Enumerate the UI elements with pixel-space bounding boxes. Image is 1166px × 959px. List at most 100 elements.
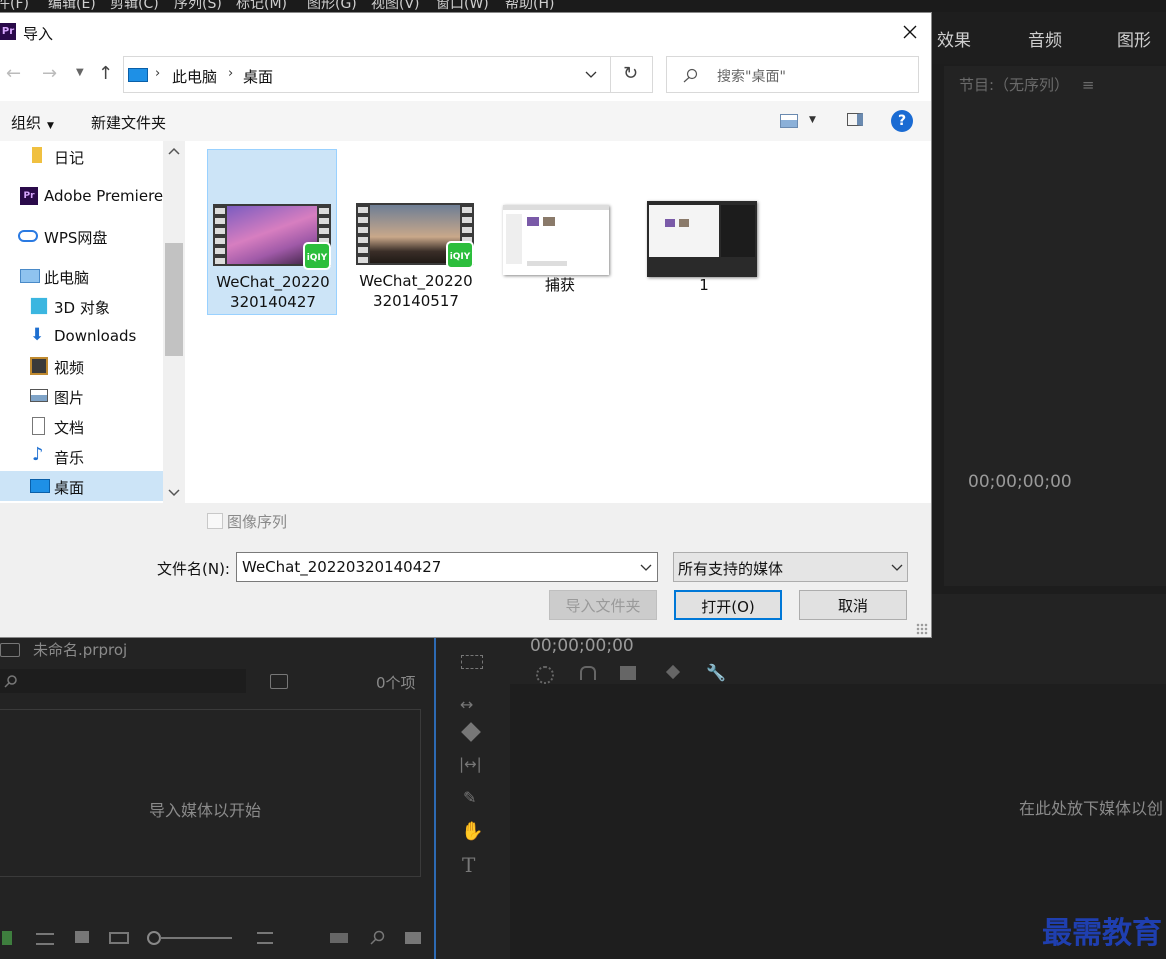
nav-item-3d-objects[interactable]: 3D 对象 xyxy=(0,291,163,321)
timeline-drop-message: 在此处放下媒体以创 xyxy=(1019,799,1164,818)
chevron-down-icon: ▼ xyxy=(47,121,54,131)
up-arrow-icon[interactable]: ↑ xyxy=(98,63,113,84)
forward-arrow-icon[interactable]: → xyxy=(42,63,57,84)
close-icon[interactable] xyxy=(903,25,917,39)
nav-item-diary[interactable]: 日记 xyxy=(0,141,163,171)
file-name-line1: WeChat_20220 xyxy=(216,273,330,291)
find-icon[interactable] xyxy=(370,930,386,946)
change-view-icon[interactable] xyxy=(780,114,798,128)
cancel-button[interactable]: 取消 xyxy=(799,590,907,620)
dialog-titlebar: Pr 导入 xyxy=(0,13,931,51)
automate-icon[interactable] xyxy=(330,933,348,943)
new-bin-icon[interactable] xyxy=(405,932,421,944)
breadcrumb-desktop[interactable]: 桌面 xyxy=(243,66,273,87)
scroll-down-icon[interactable] xyxy=(168,489,180,497)
nav-scrollbar-thumb[interactable] xyxy=(165,243,183,356)
new-folder-button[interactable]: 新建文件夹 xyxy=(91,112,166,133)
file-item-image-capture[interactable]: 捕获 xyxy=(495,149,625,315)
preview-pane-icon[interactable] xyxy=(847,113,863,126)
nest-icon[interactable] xyxy=(620,666,636,680)
breadcrumb-this-pc[interactable]: 此电脑 xyxy=(172,66,217,87)
filename-input[interactable]: WeChat_20220320140427 xyxy=(236,552,658,582)
zoom-slider-handle[interactable] xyxy=(147,931,161,945)
snap-icon[interactable] xyxy=(536,666,554,684)
search-box[interactable]: 搜索"桌面" xyxy=(666,56,919,93)
import-folder-button[interactable]: 导入文件夹 xyxy=(549,590,657,620)
hand-tool-icon[interactable]: ✋ xyxy=(461,821,483,842)
menu-window[interactable]: 窗口(W) xyxy=(436,0,489,12)
file-item-video-1[interactable]: iQIY WeChat_20220 320140427 xyxy=(207,149,337,315)
filename-value: WeChat_20220320140427 xyxy=(242,558,442,576)
refresh-icon[interactable]: ↻ xyxy=(623,63,638,84)
nav-item-this-pc[interactable]: 此电脑 xyxy=(0,261,163,291)
menu-clip[interactable]: 剪辑(C) xyxy=(110,0,159,12)
nav-item-videos[interactable]: 视频 xyxy=(0,351,163,381)
image-sequence-checkbox[interactable] xyxy=(207,513,223,529)
nav-scrollbar[interactable] xyxy=(163,141,185,503)
nav-item-wps-drive[interactable]: WPS网盘 xyxy=(0,221,163,251)
tab-graphics[interactable]: 图形 xyxy=(1117,26,1151,51)
nav-item-downloads[interactable]: ⬇ Downloads xyxy=(0,321,163,351)
lock-icon[interactable] xyxy=(2,931,12,945)
ripple-edit-tool-icon[interactable]: ↔ xyxy=(460,695,473,714)
resize-grip-icon[interactable] xyxy=(916,623,928,635)
nav-item-desktop[interactable]: 桌面 xyxy=(0,471,163,501)
computer-icon xyxy=(20,269,40,283)
nav-item-label: 3D 对象 xyxy=(54,299,110,317)
menu-view[interactable]: 视图(V) xyxy=(371,0,420,12)
menu-file[interactable]: 件(F) xyxy=(0,0,29,12)
tab-audio[interactable]: 音频 xyxy=(1028,26,1062,51)
chevron-down-icon[interactable] xyxy=(640,564,652,572)
add-marker-icon[interactable] xyxy=(665,664,681,680)
nav-item-pictures[interactable]: 图片 xyxy=(0,381,163,411)
menu-graphics[interactable]: 图形(G) xyxy=(307,0,357,12)
project-search-input[interactable] xyxy=(0,669,246,693)
nav-item-music[interactable]: ♪ 音乐 xyxy=(0,441,163,471)
file-item-video-2[interactable]: iQIY WeChat_20220 320140517 xyxy=(351,149,481,315)
menu-help[interactable]: 帮助(H) xyxy=(505,0,554,12)
freeform-view-icon[interactable] xyxy=(109,932,129,944)
address-dropdown-chevron-icon[interactable] xyxy=(585,71,597,79)
new-search-bin-icon[interactable] xyxy=(270,674,288,689)
pen-tool-icon[interactable]: ✎ xyxy=(463,788,476,807)
file-name-line2: 320140427 xyxy=(230,293,316,311)
menu-edit[interactable]: 编辑(E) xyxy=(48,0,96,12)
slip-tool-icon[interactable]: |↔| xyxy=(459,755,482,773)
type-tool-icon[interactable]: T xyxy=(462,853,475,877)
recent-locations-chevron-icon[interactable]: ▼ xyxy=(76,67,84,78)
menu-sequence[interactable]: 序列(S) xyxy=(174,0,222,12)
file-list-pane: iQIY WeChat_20220 320140427 iQIY WeChat_2… xyxy=(185,141,931,503)
open-button[interactable]: 打开(O) xyxy=(674,590,782,620)
scroll-up-icon[interactable] xyxy=(168,147,180,155)
view-options-chevron-icon[interactable]: ▼ xyxy=(809,115,816,125)
linked-selection-icon[interactable] xyxy=(580,666,596,680)
menu-marker[interactable]: 标记(M) xyxy=(236,0,287,12)
file-item-image-1[interactable]: 1 xyxy=(639,149,769,315)
wrench-icon[interactable]: 🔧 xyxy=(706,663,726,682)
search-placeholder: 搜索"桌面" xyxy=(717,69,786,85)
back-arrow-icon[interactable]: ← xyxy=(6,63,21,84)
bin-icon xyxy=(0,643,20,657)
track-select-tool-icon[interactable] xyxy=(461,655,483,669)
project-drop-area[interactable] xyxy=(0,709,421,877)
address-bar[interactable]: › 此电脑 › 桌面 ↻ xyxy=(123,56,653,93)
razor-tool-icon[interactable] xyxy=(461,722,481,742)
list-view-icon[interactable] xyxy=(36,933,54,945)
sort-icon[interactable] xyxy=(257,932,273,944)
import-dialog: Pr 导入 ← → ▼ ↑ › 此电脑 › 桌面 ↻ 搜索"桌面" 组织 ▼ 新建… xyxy=(0,13,931,637)
file-type-value: 所有支持的媒体 xyxy=(678,560,784,578)
panel-menu-icon[interactable]: ≡ xyxy=(1082,76,1095,94)
tab-effects[interactable]: 效果 xyxy=(937,26,971,51)
help-icon[interactable]: ? xyxy=(891,110,913,132)
program-monitor-title: 节目:（无序列） xyxy=(959,76,1070,94)
film-holes xyxy=(358,207,368,265)
zoom-slider[interactable] xyxy=(160,937,232,939)
nav-item-label: 日记 xyxy=(54,149,85,167)
nav-item-adobe-premiere[interactable]: Pr Adobe Premiere xyxy=(0,181,163,211)
file-name-line1: WeChat_20220 xyxy=(359,272,473,290)
icon-view-icon[interactable] xyxy=(75,931,89,943)
organize-menu-button[interactable]: 组织 ▼ xyxy=(11,112,54,133)
nav-item-documents[interactable]: 文档 xyxy=(0,411,163,441)
organize-label: 组织 xyxy=(11,114,42,132)
file-type-select[interactable]: 所有支持的媒体 xyxy=(673,552,908,582)
